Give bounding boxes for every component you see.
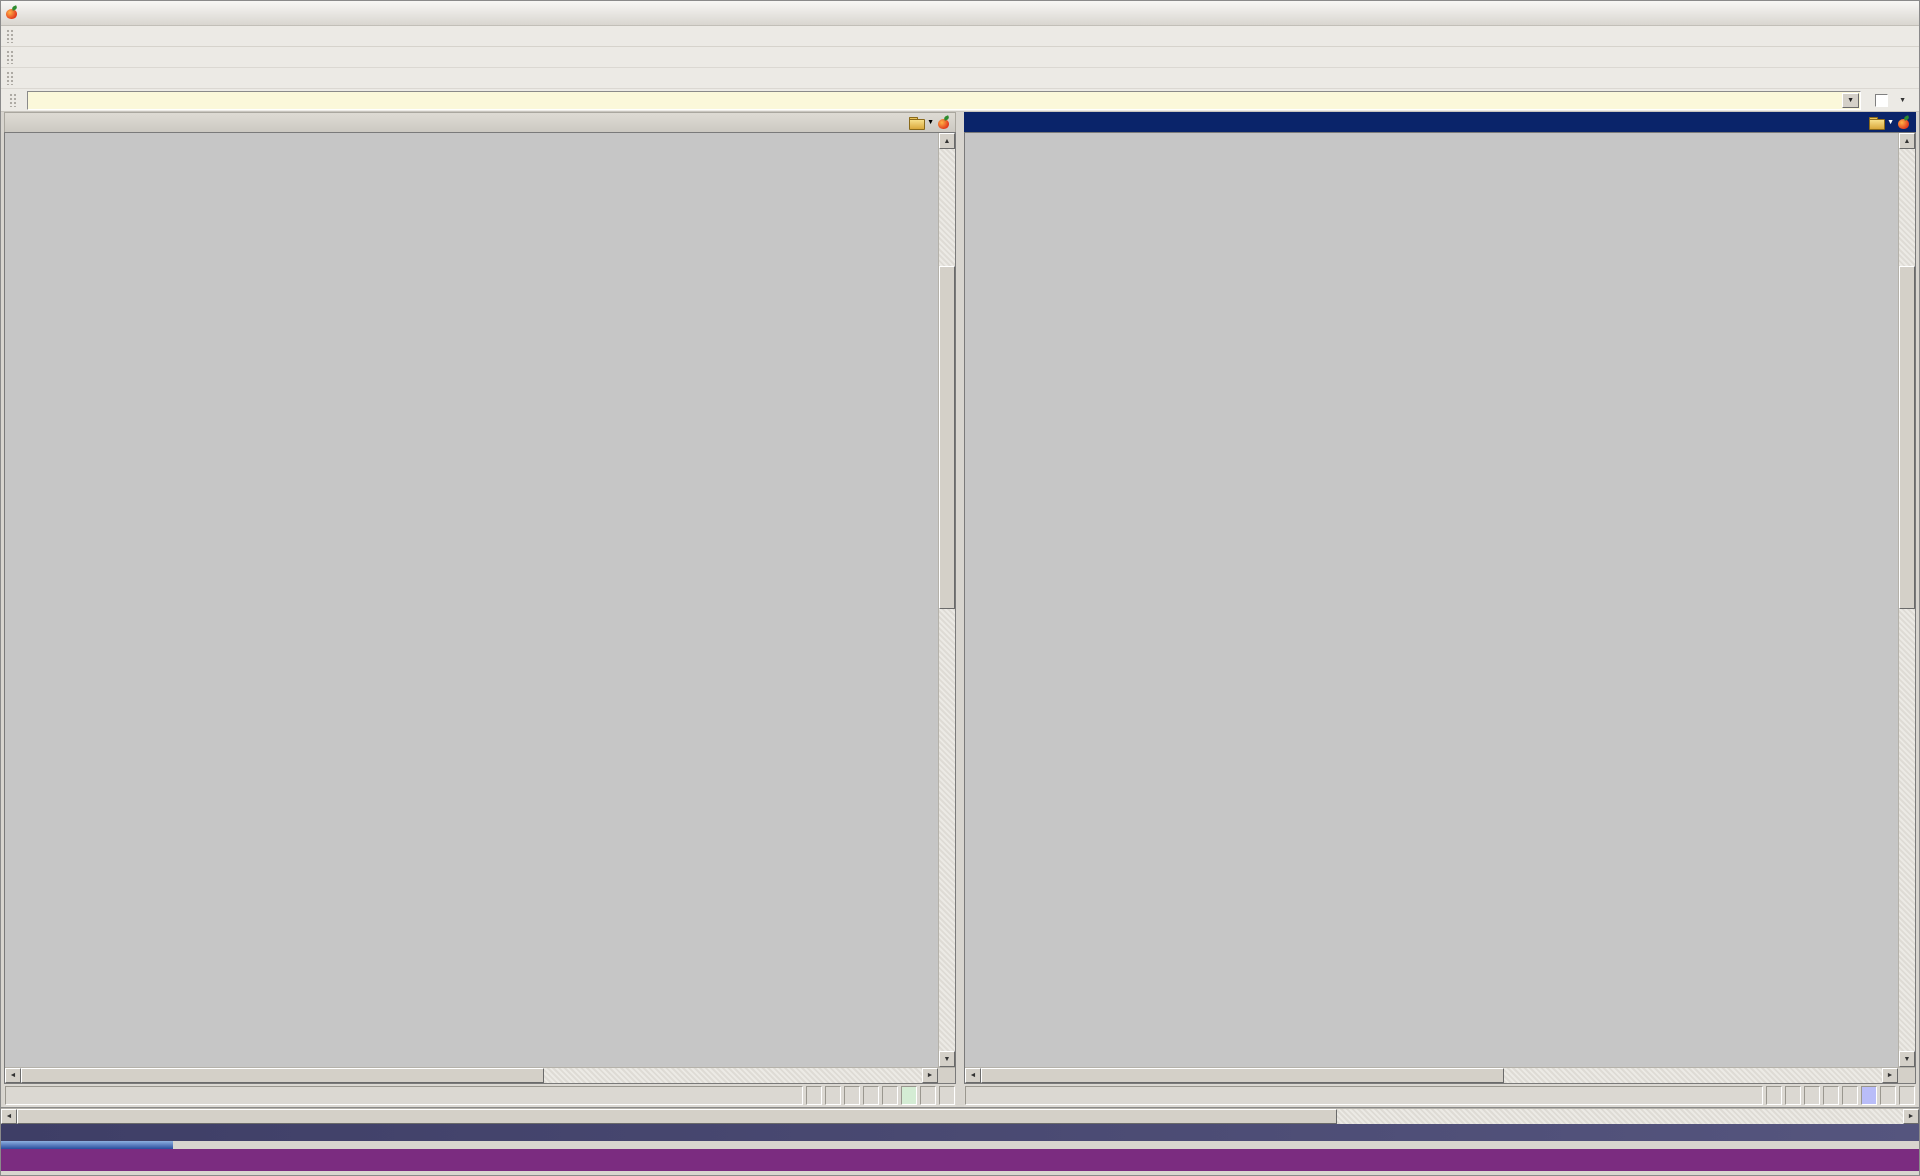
first-file-statusbar <box>4 1084 956 1107</box>
second-line-count <box>1766 1086 1782 1105</box>
second-plugin-flag[interactable] <box>1842 1086 1858 1105</box>
first-file-open-icon[interactable] <box>909 117 923 128</box>
diff-navigator-bar: ▼ ▼ <box>1 89 1919 112</box>
first-plugin-flag[interactable] <box>882 1086 898 1105</box>
second-cursor-position <box>965 1086 1763 1105</box>
first-file-open-caret-icon[interactable]: ▼ <box>927 119 934 126</box>
examdiff-window: ▼ ▼ ▼ ▲ <box>0 0 1920 1176</box>
second-insert-mode[interactable] <box>1785 1086 1801 1105</box>
second-vscroll-thumb[interactable] <box>1899 266 1915 609</box>
second-hscroll-left-icon[interactable]: ◄ <box>965 1068 981 1083</box>
menubar-grip[interactable] <box>6 29 13 43</box>
first-age-badge <box>901 1086 917 1105</box>
window-bottom-edge <box>1 1171 1919 1175</box>
skip-checkbox-group: ▼ <box>1875 94 1906 107</box>
diff-selector-dropdown-icon[interactable]: ▼ <box>1842 93 1859 108</box>
toolbar-edit <box>1 68 1919 89</box>
second-vscroll-down-icon[interactable]: ▼ <box>1899 1051 1915 1067</box>
file-pane-first: ▼ ▲ ▼ ◄ ► <box>4 112 956 1107</box>
toolbar-main <box>1 47 1919 68</box>
output-pane-strip <box>1 1141 1919 1149</box>
second-file-open-caret-icon[interactable]: ▼ <box>1887 119 1894 126</box>
skip-caret-icon[interactable]: ▼ <box>1899 97 1906 104</box>
second-age-badge <box>1861 1086 1877 1105</box>
pane-splitter[interactable] <box>956 112 964 1107</box>
second-hscroll-thumb[interactable] <box>981 1068 1504 1083</box>
first-readonly-flag[interactable] <box>844 1086 860 1105</box>
first-file-app-icon[interactable] <box>938 117 950 129</box>
second-edit-flag[interactable] <box>1823 1086 1839 1105</box>
file-pane-second: ▼ ▲ ▼ ◄ ► <box>964 112 1916 1107</box>
first-vscroll-down-icon[interactable]: ▼ <box>939 1051 955 1067</box>
toolbar-edit-grip[interactable] <box>6 71 13 85</box>
first-edit-flag[interactable] <box>863 1086 879 1105</box>
second-file-app-icon[interactable] <box>1898 117 1910 129</box>
second-file-open-icon[interactable] <box>1869 117 1883 128</box>
first-insert-mode[interactable] <box>825 1086 841 1105</box>
output-pane-caption[interactable] <box>1 1124 1919 1141</box>
bottom-diff-scroll-left-icon[interactable]: ◄ <box>1 1109 17 1124</box>
bottom-diff-scroll-right-icon[interactable]: ► <box>1903 1109 1919 1124</box>
output-pane-tab[interactable] <box>1 1141 173 1149</box>
second-file-statusbar <box>964 1084 1916 1107</box>
second-hscroll-right-icon[interactable]: ► <box>1882 1068 1898 1083</box>
first-file-size <box>920 1086 936 1105</box>
second-vscroll-up-icon[interactable]: ▲ <box>1899 133 1915 149</box>
first-cursor-position <box>5 1086 803 1105</box>
first-hscroll-thumb[interactable] <box>21 1068 544 1083</box>
second-file-header[interactable]: ▼ <box>964 112 1916 132</box>
second-horizontal-scrollbar[interactable]: ◄ ► <box>965 1067 1915 1083</box>
second-encoding <box>1899 1086 1915 1105</box>
titlebar <box>1 1 1919 26</box>
menubar <box>1 26 1919 47</box>
first-file-header[interactable]: ▼ <box>4 112 956 132</box>
second-readonly-flag[interactable] <box>1804 1086 1820 1105</box>
second-vertical-scrollbar[interactable]: ▲ ▼ <box>1898 133 1915 1067</box>
editor-first-file[interactable] <box>5 133 938 1067</box>
first-horizontal-scrollbar[interactable]: ◄ ► <box>5 1067 955 1083</box>
skip-checkbox[interactable] <box>1875 94 1888 107</box>
bottom-diff-scrollbar[interactable]: ◄ ► <box>1 1108 1919 1124</box>
toolbar-main-grip[interactable] <box>6 50 13 64</box>
editor-second-file[interactable] <box>965 133 1898 1067</box>
first-line-count <box>806 1086 822 1105</box>
status-bar <box>1 1149 1919 1171</box>
first-encoding <box>939 1086 955 1105</box>
first-hscroll-right-icon[interactable]: ► <box>922 1068 938 1083</box>
bottom-diff-pane: ◄ ► <box>1 1107 1919 1124</box>
first-vscroll-thumb[interactable] <box>939 266 955 609</box>
app-icon <box>6 7 18 19</box>
compare-area: ▼ ▲ ▼ ◄ ► <box>1 112 1919 1107</box>
diff-selector-combo[interactable]: ▼ <box>27 91 1861 110</box>
first-hscroll-left-icon[interactable]: ◄ <box>5 1068 21 1083</box>
first-vertical-scrollbar[interactable]: ▲ ▼ <box>938 133 955 1067</box>
diffbar-grip[interactable] <box>9 93 16 107</box>
second-file-size <box>1880 1086 1896 1105</box>
first-vscroll-up-icon[interactable]: ▲ <box>939 133 955 149</box>
bottom-diff-scroll-thumb[interactable] <box>17 1109 1337 1124</box>
